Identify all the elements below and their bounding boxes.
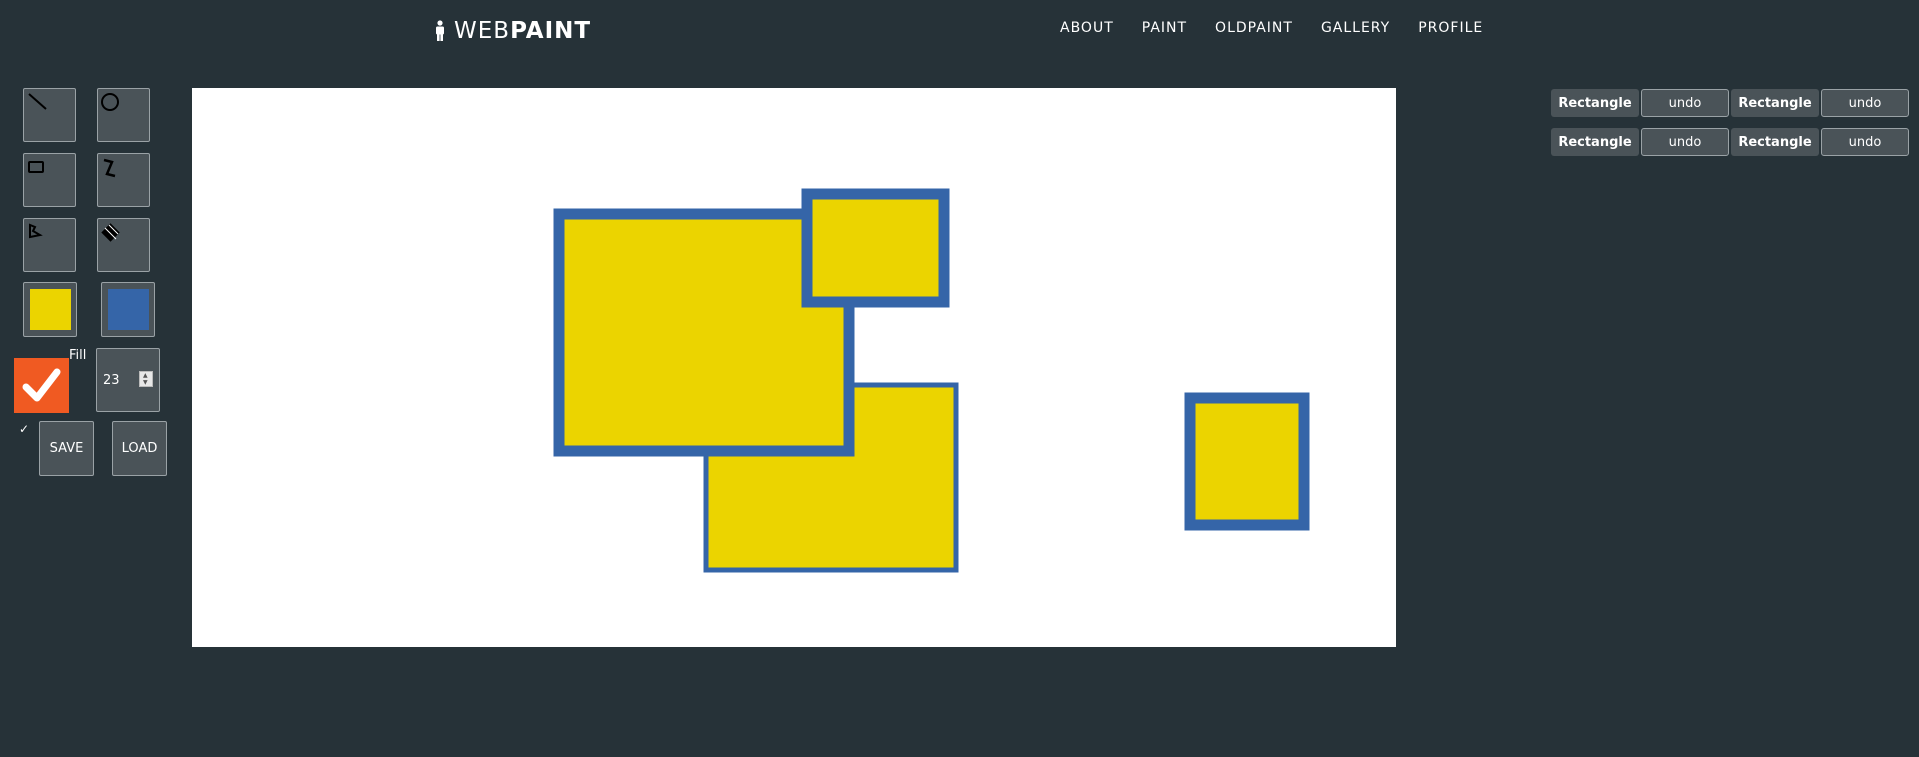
history-row: Rectangle undo Rectangle undo [1551,128,1911,156]
circle-tool-button[interactable] [97,88,150,142]
undo-button[interactable]: undo [1821,128,1909,156]
nav-profile[interactable]: PROFILE [1418,20,1483,36]
nav-links: ABOUT PAINT OLDPAINT GALLERY PROFILE [1060,20,1511,36]
polyline-icon [103,158,116,178]
stroke-color-picker[interactable] [101,282,155,337]
history-item-label: Rectangle [1731,128,1819,156]
save-button[interactable]: SAVE [39,421,94,476]
nav-about[interactable]: ABOUT [1060,20,1114,36]
rectangle-shape [801,188,950,308]
polyline-tool-button[interactable] [97,153,150,207]
brand-logo[interactable]: WEBPAINT [432,16,591,46]
line-tool-button[interactable] [23,88,76,142]
brush-size-box: ▲ ▼ [96,348,160,412]
nav-oldpaint[interactable]: OLDPAINT [1215,20,1293,36]
undo-button[interactable]: undo [1821,89,1909,117]
rectangle-icon [28,161,44,173]
checkmark-icon [22,368,61,402]
nav-paint[interactable]: PAINT [1142,20,1187,36]
polygon-tool-button[interactable] [23,218,76,272]
stroke-color-swatch [108,289,149,330]
undo-button[interactable]: undo [1641,89,1729,117]
rectangle-shape [1184,392,1310,531]
canvas-svg [553,188,1310,573]
history-item-label: Rectangle [1731,89,1819,117]
history-row: Rectangle undo Rectangle undo [1551,89,1911,117]
load-button[interactable]: LOAD [112,421,167,476]
brand-name: WEBPAINT [454,18,592,44]
spinner-down-icon[interactable]: ▼ [143,380,148,386]
circle-icon [101,93,119,111]
fill-checkbox[interactable] [14,358,69,413]
line-icon [28,93,47,110]
nav-gallery[interactable]: GALLERY [1321,20,1390,36]
fill-tick: ✓ [19,422,30,436]
fill-color-picker[interactable] [23,282,77,337]
person-icon [436,20,444,41]
navbar: WEBPAINT ABOUT PAINT OLDPAINT GALLERY PR… [0,0,1919,62]
eraser-icon [101,223,120,242]
size-spinner[interactable]: ▲ ▼ [139,371,153,387]
drawing-canvas[interactable] [192,88,1396,647]
eraser-tool-button[interactable] [97,218,150,272]
undo-button[interactable]: undo [1641,128,1729,156]
fill-color-swatch [30,289,71,330]
polygon-icon [29,223,43,239]
fill-label: Fill [69,348,87,363]
history-item-label: Rectangle [1551,89,1639,117]
rectangle-tool-button[interactable] [23,153,76,207]
history-item-label: Rectangle [1551,128,1639,156]
